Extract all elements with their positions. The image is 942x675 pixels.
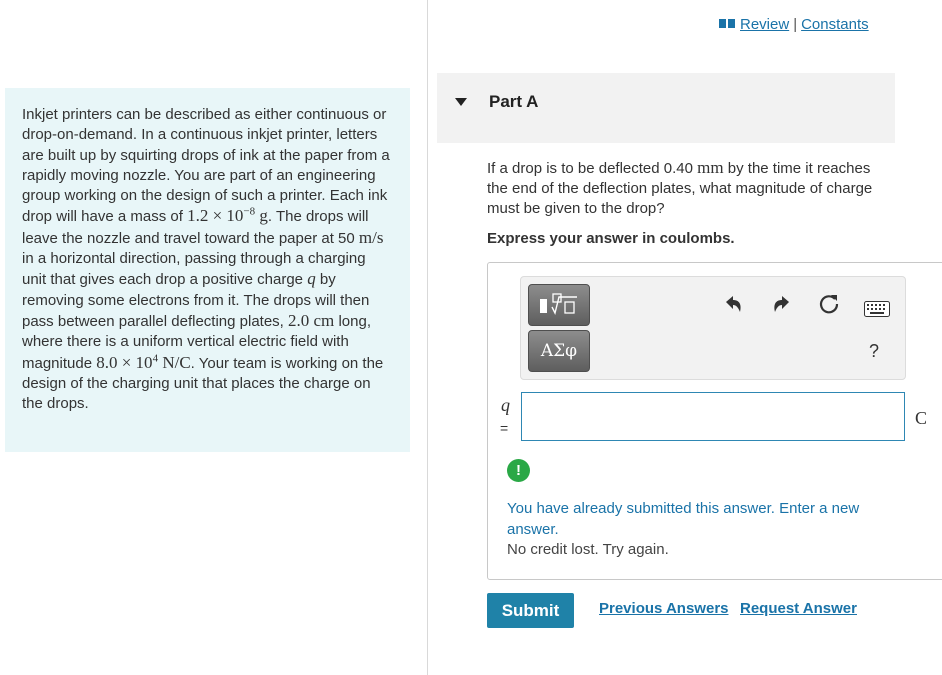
submit-button[interactable]: Submit xyxy=(487,593,574,628)
problem-text: Inkjet printers can be described as eith… xyxy=(22,105,392,414)
deflection-unit: mm xyxy=(697,158,724,177)
symbols-button[interactable]: ΑΣφ xyxy=(528,330,590,372)
header-links: Review | Constants xyxy=(719,16,869,33)
feedback-main: You have already submitted this answer. … xyxy=(507,500,860,538)
feedback-message: You have already submitted this answer. … xyxy=(507,499,897,561)
part-title: Part A xyxy=(489,92,539,111)
reset-icon[interactable] xyxy=(818,293,840,315)
templates-icon xyxy=(540,293,577,316)
alert-icon: ! xyxy=(507,459,530,482)
constants-link[interactable]: Constants xyxy=(801,16,869,33)
help-icon[interactable]: ? xyxy=(869,341,879,362)
length-value: 2.0 cm xyxy=(288,310,335,330)
answer-input[interactable] xyxy=(521,392,905,441)
feedback-sub: No credit lost. Try again. xyxy=(507,541,669,558)
panel-divider xyxy=(427,0,428,675)
charge-symbol: q xyxy=(307,269,316,289)
review-link[interactable]: Review xyxy=(740,16,789,33)
review-icon xyxy=(719,19,735,28)
field-value: 8.0 × 104 N/C xyxy=(96,351,191,372)
redo-icon[interactable] xyxy=(771,294,791,314)
answer-equals: = xyxy=(500,420,509,436)
answer-variable: q xyxy=(501,395,510,415)
question-text: If a drop is to be deflected 0.40 mm by … xyxy=(487,158,873,217)
mass-value: 1.2 × 10−8 g xyxy=(187,205,268,226)
collapse-caret-icon[interactable] xyxy=(455,98,467,106)
answer-unit: C xyxy=(915,408,928,428)
problem-statement: Inkjet printers can be described as eith… xyxy=(5,88,410,452)
keyboard-icon[interactable] xyxy=(864,301,890,317)
speed-unit: m/s xyxy=(358,227,384,247)
part-header[interactable]: Part A xyxy=(437,73,895,143)
answer-instruction: Express your answer in coulombs. xyxy=(487,230,735,247)
request-answer-link[interactable]: Request Answer xyxy=(740,600,857,617)
templates-button[interactable] xyxy=(528,284,590,326)
previous-answers-link[interactable]: Previous Answers xyxy=(599,600,729,617)
link-separator: | xyxy=(793,16,798,33)
undo-icon[interactable] xyxy=(724,294,744,314)
math-toolbar: ΑΣφ ? xyxy=(520,276,906,380)
